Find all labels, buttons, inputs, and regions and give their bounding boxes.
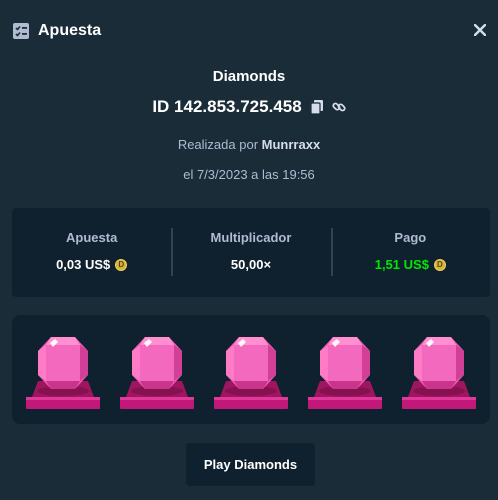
pink-gem-icon xyxy=(308,336,382,409)
bet-amount: 0,03 US$ xyxy=(56,257,111,272)
bet-id-row: ID 142.853.725.458 xyxy=(0,97,498,117)
bet-date: el 7/3/2023 a las 19:56 xyxy=(183,167,315,182)
gem-tile xyxy=(118,329,196,411)
placed-by-label: Realizada por xyxy=(177,137,259,152)
modal-header: Apuesta xyxy=(0,0,498,62)
bet-stats: Apuesta 0,03 US$ D Multiplicador 50,00× … xyxy=(12,208,490,297)
checklist-icon xyxy=(12,22,30,40)
gem-tile xyxy=(24,329,102,411)
stat-label: Multiplicador xyxy=(210,230,292,245)
pink-gem-icon xyxy=(214,336,288,409)
gem-tile xyxy=(400,329,478,411)
coin-icon: D xyxy=(433,258,446,271)
close-icon[interactable] xyxy=(472,22,488,38)
pink-gem-icon xyxy=(120,336,194,409)
copy-icon[interactable] xyxy=(310,99,324,115)
stat-payout: Pago 1,51 US$ D xyxy=(330,208,490,297)
stat-value: 50,00× xyxy=(231,257,271,272)
gem-tile xyxy=(306,329,384,411)
stat-bet: Apuesta 0,03 US$ D xyxy=(12,208,171,297)
diamonds-board xyxy=(12,315,490,424)
link-icon[interactable] xyxy=(332,99,346,115)
gem-tile xyxy=(212,329,290,411)
placed-by: Realizada por Munrraxx xyxy=(0,137,498,152)
stat-value: 0,03 US$ D xyxy=(56,257,128,272)
pink-gem-icon xyxy=(26,336,100,409)
pink-gem-icon xyxy=(402,336,476,409)
coin-icon: D xyxy=(115,258,128,271)
play-diamonds-button[interactable]: Play Diamonds xyxy=(186,443,315,486)
stat-multiplier: Multiplicador 50,00× xyxy=(171,208,330,297)
multiplier-value: 50,00× xyxy=(230,257,272,272)
username-link[interactable]: Munrraxx xyxy=(262,137,321,152)
payout-amount: 1,51 US$ xyxy=(374,257,429,272)
stat-label: Apuesta xyxy=(66,230,118,245)
bet-id: ID 142.853.725.458 xyxy=(152,97,302,116)
game-name: Diamonds xyxy=(212,68,286,85)
stat-label: Pago xyxy=(394,230,427,245)
stat-value: 1,51 US$ D xyxy=(375,257,446,272)
modal-title: Apuesta xyxy=(38,22,102,39)
